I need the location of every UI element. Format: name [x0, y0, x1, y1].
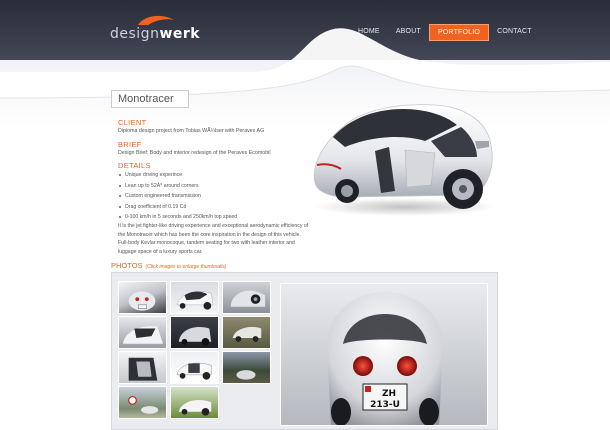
enlarged-photo[interactable]: ZH 213-U	[280, 283, 488, 426]
photos-title: PHOTOS	[111, 261, 143, 270]
logo[interactable]: designwerk	[110, 14, 210, 44]
gallery-thumbnail[interactable]	[170, 351, 219, 384]
list-item: Custom engineered transmission	[118, 193, 237, 204]
gallery-thumbnail[interactable]	[170, 386, 219, 419]
license-plate-line2: 213-U	[370, 400, 400, 410]
main-nav: HOME ABOUT PORTFOLIO CONTACT	[350, 24, 540, 41]
nav-home[interactable]: HOME	[350, 24, 388, 41]
gallery-thumbnail[interactable]	[222, 316, 271, 349]
description-line: luggage space of a luxury sports car.	[118, 248, 203, 255]
logo-swoosh-icon	[138, 15, 174, 25]
logo-text-light: design	[110, 26, 160, 42]
hero-vehicle-image	[313, 104, 495, 216]
project-description: It is the jet fighter-like driving exper…	[118, 222, 328, 256]
gallery-thumbnail[interactable]	[118, 281, 167, 314]
gallery-thumbnail[interactable]	[118, 316, 167, 349]
list-item: Drag coefficient of 0.19 Cd	[118, 204, 237, 215]
logo-wordmark: designwerk	[110, 26, 200, 42]
enlarged-vehicle-image: ZH 213-U	[281, 284, 487, 425]
details-heading: DETAILS	[118, 161, 151, 170]
list-item: Unique driving experince	[118, 172, 237, 183]
brief-heading: BRIEF	[118, 140, 142, 149]
list-item: Lean up to 52Â° around corners	[118, 183, 237, 194]
description-line: It is the jet fighter-like driving exper…	[118, 223, 309, 229]
photos-hint: (Click images to enlarge thumbnails)	[145, 264, 227, 270]
description-line: Full-body Kevlar monocoque, tandem seati…	[118, 240, 295, 246]
logo-text-bold: werk	[159, 26, 201, 42]
gallery-thumbnail[interactable]	[118, 386, 167, 419]
client-heading: CLIENT	[118, 118, 147, 127]
page-title: Monotracer	[111, 90, 189, 108]
gallery-thumbnail[interactable]	[222, 281, 271, 314]
gallery-thumbnail[interactable]	[118, 351, 167, 384]
thumbnail-grid	[118, 281, 274, 419]
gallery-thumbnail[interactable]	[222, 351, 271, 384]
nav-about[interactable]: ABOUT	[388, 24, 429, 41]
brief-text: Design Brief: Body and interior redesign…	[118, 150, 271, 156]
details-list: Unique driving experince Lean up to 52Â°…	[118, 172, 237, 225]
nav-contact[interactable]: CONTACT	[489, 24, 540, 41]
photos-heading: PHOTOS (Click images to enlarge thumbnail…	[111, 261, 226, 270]
gallery-thumbnail[interactable]	[170, 281, 219, 314]
gallery-thumbnail[interactable]	[170, 316, 219, 349]
license-plate-line1: ZH	[382, 389, 396, 399]
description-line: the Monotracer which has been the core i…	[118, 231, 301, 238]
nav-portfolio[interactable]: PORTFOLIO	[428, 24, 490, 41]
client-text: Diploma design project from Tobias WÃ¼ls…	[118, 128, 265, 134]
